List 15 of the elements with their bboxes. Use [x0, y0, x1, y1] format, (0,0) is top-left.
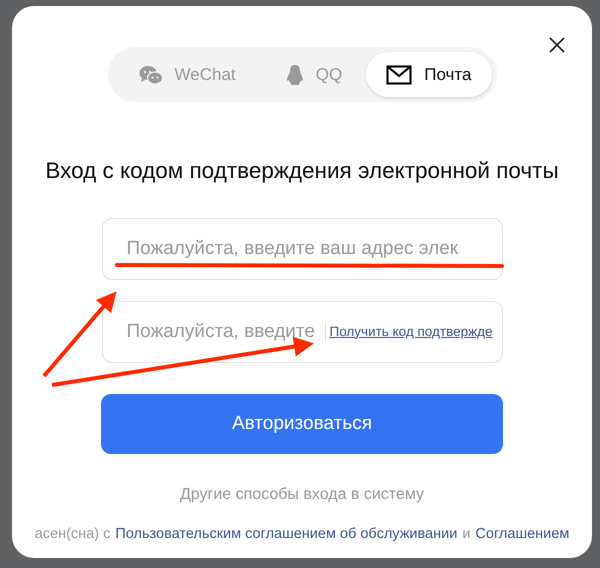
close-icon — [549, 37, 565, 53]
agreement-link[interactable]: Соглашением — [475, 524, 570, 546]
code-input[interactable]: Пожалуйста, введите — [102, 302, 324, 362]
login-button[interactable]: Авторизоваться — [101, 394, 503, 454]
email-field[interactable]: Пожалуйста, введите ваш адрес элек — [102, 218, 502, 280]
user-agreement-link[interactable]: Пользовательским соглашением об обслуживании — [115, 524, 458, 546]
dialog-title: Вход с кодом подтверждения электронной почты — [45, 157, 559, 185]
envelope-icon — [386, 64, 412, 84]
chat-bubbles-icon — [138, 64, 163, 84]
login-tab[interactable]: Почта — [366, 52, 492, 97]
agreement-text: и — [462, 524, 470, 544]
penguin-icon — [286, 64, 304, 86]
agreement-text: асен(сна) с — [34, 524, 110, 544]
code-field[interactable]: Пожалуйста, введите Получить код подтвержде — [102, 300, 502, 363]
get-code-link[interactable]: Получить код подтвержде — [330, 322, 493, 342]
